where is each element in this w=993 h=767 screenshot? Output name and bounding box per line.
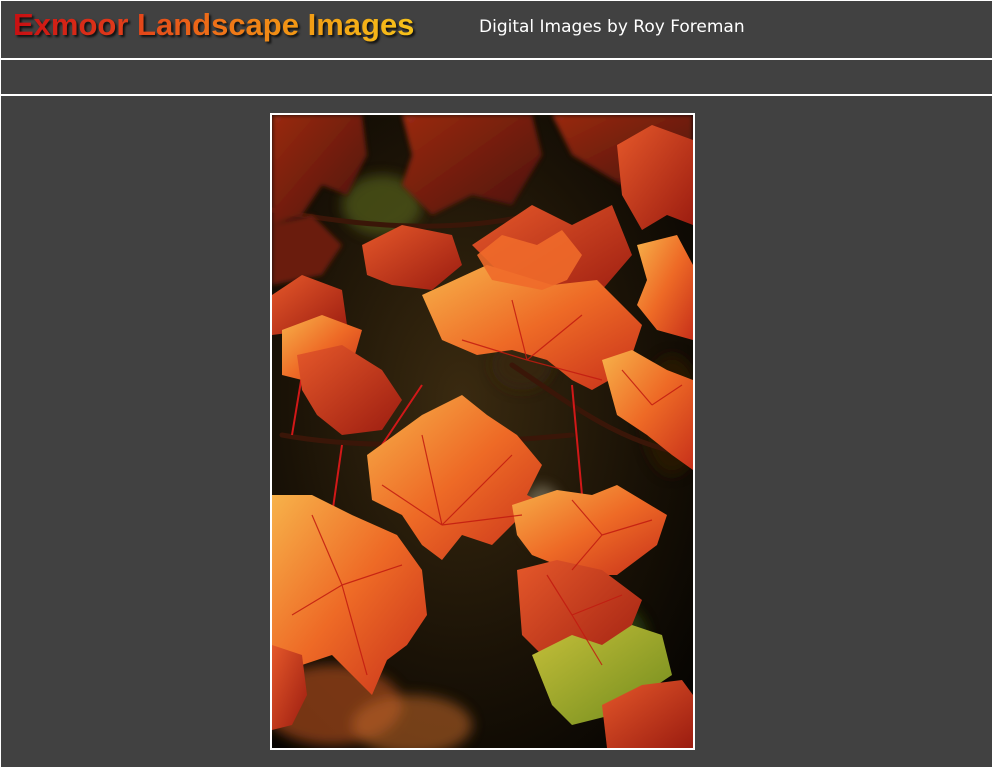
autumn-leaves-image xyxy=(272,115,693,748)
page: Exmoor Landscape Images Digital Images b… xyxy=(0,0,993,767)
site-header: Exmoor Landscape Images Digital Images b… xyxy=(1,1,992,58)
main-photo[interactable] xyxy=(270,113,695,750)
site-title[interactable]: Exmoor Landscape Images xyxy=(13,7,414,43)
frame-border-left xyxy=(0,0,1,767)
nav-divider xyxy=(1,94,992,96)
site-subtitle: Digital Images by Roy Foreman xyxy=(479,17,745,37)
nav-bar xyxy=(1,60,992,94)
